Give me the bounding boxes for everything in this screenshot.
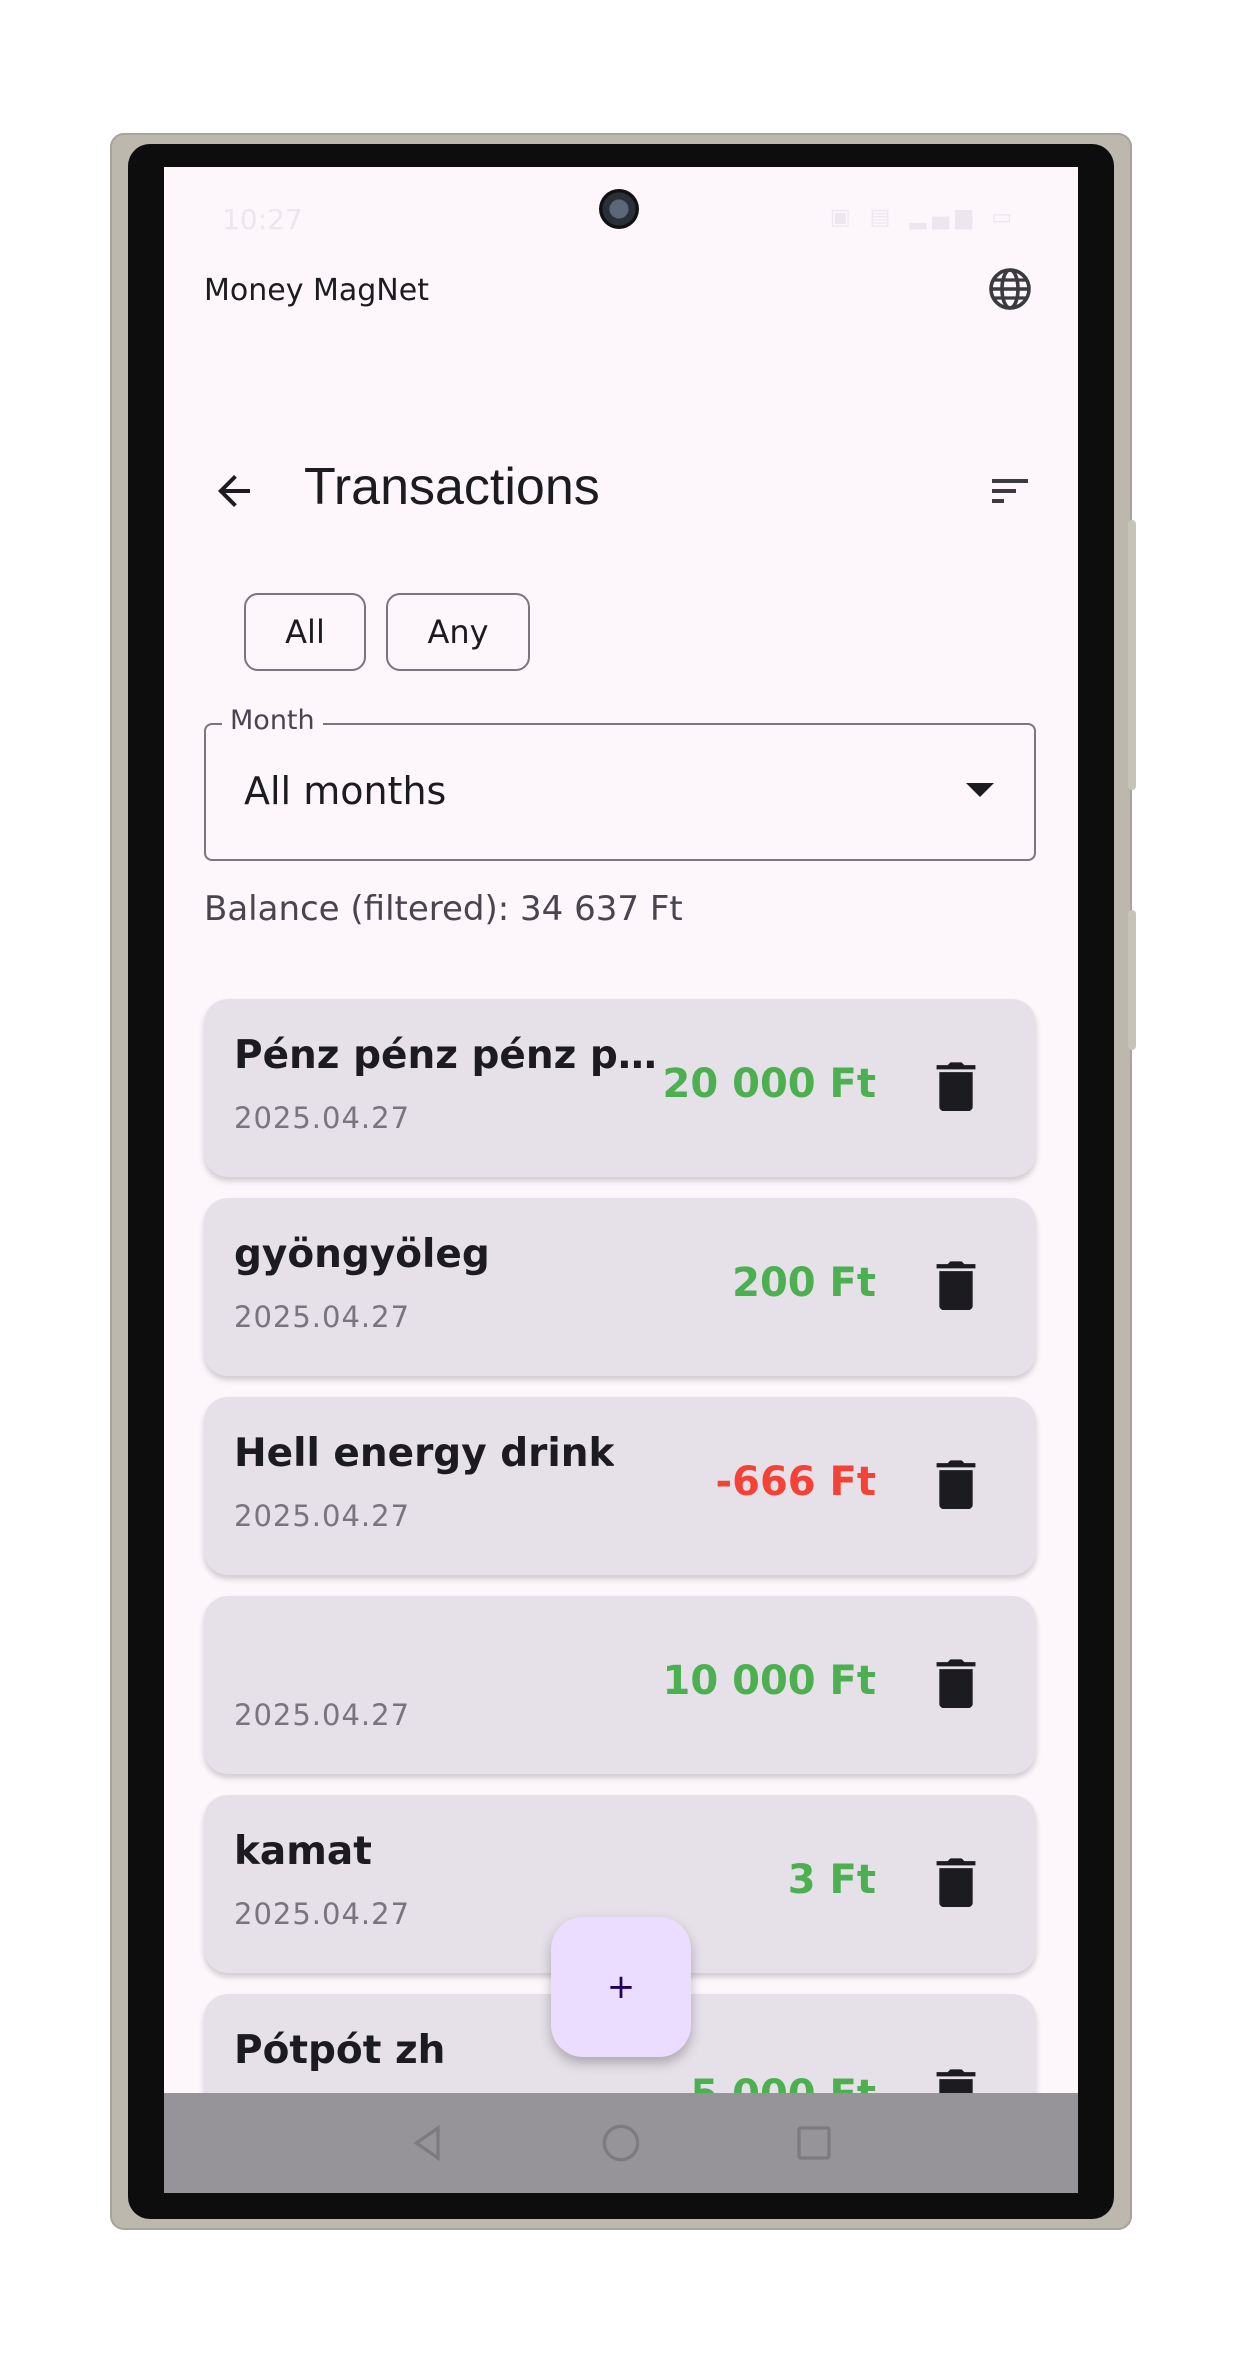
nav-recents-icon[interactable] [794, 2123, 834, 2163]
sort-icon[interactable] [986, 467, 1034, 515]
nav-back-icon[interactable] [408, 2123, 448, 2163]
app-title: Money MagNet [204, 273, 429, 308]
transaction-amount: 20 000 Ft [662, 1061, 876, 1107]
transaction-name: Hell energy drink [234, 1431, 615, 1476]
filter-chip-any[interactable]: Any [386, 593, 530, 671]
page-title: Transactions [304, 458, 600, 516]
filtered-balance: Balance (filtered): 34 637 Ft [204, 889, 683, 929]
transaction-card[interactable]: 2025.04.27 10 000 Ft [204, 1596, 1036, 1774]
transaction-amount: -666 Ft [715, 1459, 876, 1505]
front-camera [599, 189, 639, 229]
transaction-amount: 200 Ft [732, 1260, 876, 1306]
system-nav-bar [164, 2093, 1078, 2193]
transaction-date: 2025.04.27 [234, 1499, 411, 1533]
transaction-amount: 3 Ft [787, 1857, 876, 1903]
dropdown-arrow-icon [966, 783, 994, 797]
transaction-card[interactable]: Hell energy drink 2025.04.27 -666 Ft [204, 1397, 1036, 1575]
month-dropdown[interactable]: Month All months [204, 705, 1036, 861]
transaction-amount: 10 000 Ft [662, 1658, 876, 1704]
status-time: 10:27 [222, 203, 303, 236]
volume-button [1128, 520, 1136, 790]
transaction-name: Pénz pénz pénz pénz [234, 1033, 679, 1078]
power-button [1128, 910, 1136, 1050]
add-transaction-fab[interactable]: + [551, 1917, 691, 2057]
transaction-date: 2025.04.27 [234, 1300, 411, 1334]
transaction-name: kamat [234, 1829, 372, 1874]
trash-icon[interactable] [936, 1857, 976, 1907]
month-label: Month [222, 705, 323, 736]
trash-icon[interactable] [936, 1658, 976, 1708]
transaction-name: Pótpót zh [234, 2028, 446, 2073]
trash-icon[interactable] [936, 1061, 976, 1111]
transaction-card[interactable]: gyöngyöleg 2025.04.27 200 Ft [204, 1198, 1036, 1376]
trash-icon[interactable] [936, 1260, 976, 1310]
nav-home-icon[interactable] [601, 2123, 641, 2163]
screen: 10:27 ▣ ▤ ▂▄▆ ▭ Money MagNet Transaction… [164, 167, 1078, 2193]
back-arrow-icon[interactable] [210, 467, 258, 515]
month-value: All months [244, 769, 447, 813]
transaction-date: 2025.04.27 [234, 1698, 411, 1732]
filter-chip-all[interactable]: All [244, 593, 366, 671]
transaction-card[interactable]: Pénz pénz pénz pénz 2025.04.27 20 000 Ft [204, 999, 1036, 1177]
status-icons: ▣ ▤ ▂▄▆ ▭ [829, 205, 1018, 230]
transaction-name: gyöngyöleg [234, 1232, 490, 1277]
trash-icon[interactable] [936, 1459, 976, 1509]
transaction-date: 2025.04.27 [234, 1897, 411, 1931]
transaction-date: 2025.04.27 [234, 1101, 411, 1135]
globe-icon[interactable] [986, 265, 1034, 313]
